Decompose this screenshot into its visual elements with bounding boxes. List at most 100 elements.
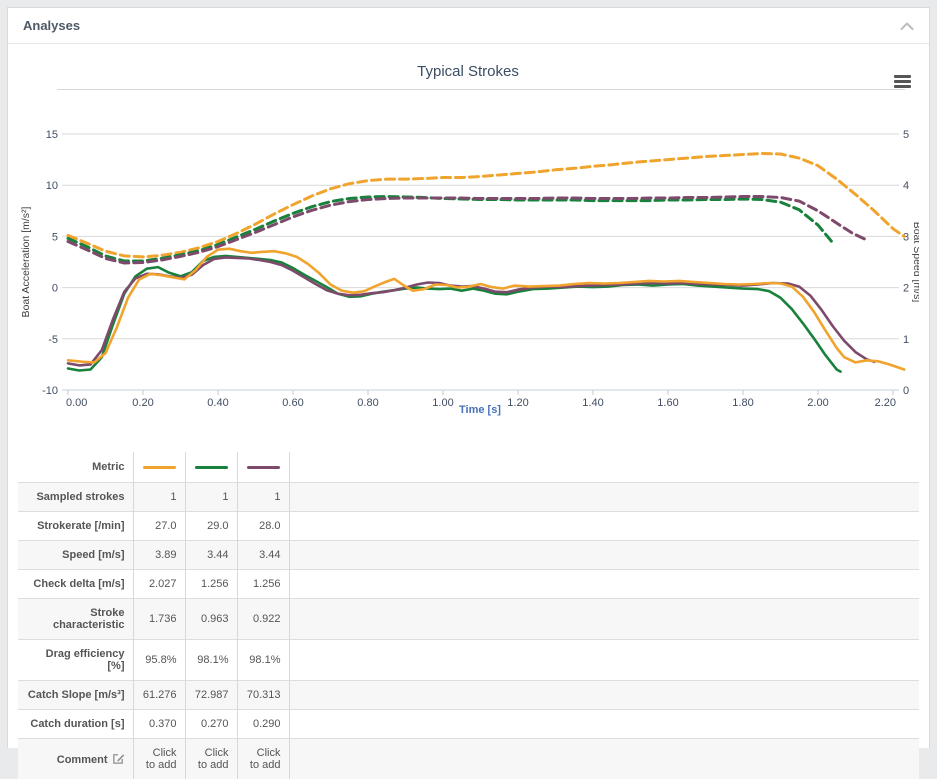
comment-cell[interactable]: Click to add: [237, 739, 289, 779]
filler-cell: [289, 512, 919, 541]
table-row: Stroke characteristic1.7360.9630.922: [18, 599, 919, 640]
filler-cell: [289, 710, 919, 739]
x-axis-tick-label: 0.00: [66, 397, 87, 409]
metric-value-cell: 0.270: [185, 710, 237, 739]
x-axis-tick-label: 0.60: [282, 397, 303, 409]
chart-title: Typical Strokes: [417, 63, 519, 80]
metric-value-cell: 70.313: [237, 681, 289, 710]
metric-value-cell: 95.8%: [133, 640, 185, 681]
metric-value-cell: 29.0: [185, 512, 237, 541]
x-axis-tick-label: 0.20: [132, 397, 153, 409]
collapse-panel-button[interactable]: [900, 17, 914, 35]
filler-cell: [289, 452, 919, 483]
metric-value-cell: 3.89: [133, 541, 185, 570]
filler-cell: [289, 483, 919, 512]
metric-header-label: Metric: [18, 452, 133, 483]
right-axis-tick-label: 0: [903, 385, 909, 397]
metric-value-cell: 1.256: [237, 570, 289, 599]
row-label: Comment: [18, 739, 133, 779]
row-label: Strokerate [/min]: [18, 512, 133, 541]
metric-value-cell: 2.027: [133, 570, 185, 599]
panel-header: Analyses: [8, 8, 929, 44]
row-label: Speed [m/s]: [18, 541, 133, 570]
metric-value-cell: 3.44: [237, 541, 289, 570]
metric-value-cell: 0.963: [185, 599, 237, 640]
filler-cell: [289, 541, 919, 570]
metric-value-cell: 98.1%: [185, 640, 237, 681]
table-row: Check delta [m/s]2.0271.2561.256: [18, 570, 919, 599]
metric-value-cell: 0.370: [133, 710, 185, 739]
analyses-panel: Analyses Typical Strokes 1551045302-51-1…: [7, 7, 930, 748]
metric-value-cell: 0.290: [237, 710, 289, 739]
metric-value-cell: 1: [133, 483, 185, 512]
series-stroke-1-boat-speed: [68, 154, 904, 257]
metrics-table-wrap: Metric Sampled strokes111Strokerate [/mi…: [18, 452, 919, 779]
metrics-table: Metric Sampled strokes111Strokerate [/mi…: [18, 452, 919, 779]
metric-value-cell: 98.1%: [237, 640, 289, 681]
edit-icon: [112, 752, 125, 765]
left-axis-tick-label: 0: [52, 283, 58, 295]
chart-gridlines: [62, 134, 899, 390]
series-stroke-2-boat-acceleration: [68, 256, 841, 372]
x-axis-title: Time [s]: [459, 404, 501, 416]
metric-value-cell: 1.736: [133, 599, 185, 640]
chart-context-menu-button[interactable]: [894, 75, 911, 88]
metric-value-cell: 72.987: [185, 681, 237, 710]
stroke-3-swatch-cell: [237, 452, 289, 483]
table-row: Sampled strokes111: [18, 483, 919, 512]
x-axis-tick-label: 1.20: [507, 397, 528, 409]
metric-value-cell: 1: [185, 483, 237, 512]
chart-axes: 1551045302-51-1000.000.200.400.600.801.0…: [42, 129, 909, 409]
right-axis-tick-label: 2: [903, 283, 909, 295]
metric-value-cell: 1.256: [185, 570, 237, 599]
table-row: Catch Slope [m/s³]61.27672.98770.313: [18, 681, 919, 710]
left-axis-tick-label: 10: [46, 180, 58, 192]
metric-value-cell: 3.44: [185, 541, 237, 570]
row-label: Drag efficiency [%]: [18, 640, 133, 681]
left-axis-tick-label: -10: [42, 385, 58, 397]
table-row: Speed [m/s]3.893.443.44: [18, 541, 919, 570]
x-axis-tick-label: 0.80: [357, 397, 378, 409]
filler-cell: [289, 599, 919, 640]
metric-value-cell: 1: [237, 483, 289, 512]
left-axis-tick-label: 15: [46, 129, 58, 141]
comment-cell[interactable]: Click to add: [185, 739, 237, 779]
stroke-2-color-swatch: [195, 466, 228, 469]
stroke-1-swatch-cell: [133, 452, 185, 483]
table-row: Catch duration [s]0.3700.2700.290: [18, 710, 919, 739]
right-axis-tick-label: 5: [903, 129, 909, 141]
stroke-1-color-swatch: [143, 466, 176, 469]
chevron-up-icon: [900, 17, 914, 35]
metric-value-cell: 27.0: [133, 512, 185, 541]
stroke-2-swatch-cell: [185, 452, 237, 483]
filler-cell: [289, 570, 919, 599]
metric-value-cell: 0.922: [237, 599, 289, 640]
filler-cell: [289, 681, 919, 710]
series-stroke-1-boat-acceleration: [68, 249, 904, 370]
row-label: Check delta [m/s]: [18, 570, 133, 599]
comment-cell[interactable]: Click to add: [133, 739, 185, 779]
x-axis-tick-label: 1.80: [732, 397, 753, 409]
table-row: Strokerate [/min]27.029.028.0: [18, 512, 919, 541]
row-label: Catch duration [s]: [18, 710, 133, 739]
right-axis-title: Boat Speed [m/s]: [911, 222, 919, 303]
x-axis-tick-label: 0.40: [207, 397, 228, 409]
typical-strokes-chart: Typical Strokes 1551045302-51-1000.000.2…: [18, 49, 919, 451]
left-axis-tick-label: -5: [48, 334, 58, 346]
x-axis-tick-label: 1.60: [657, 397, 678, 409]
x-axis-tick-label: 1.40: [582, 397, 603, 409]
hamburger-icon: [894, 75, 911, 88]
x-axis-tick-label: 2.20: [875, 397, 896, 409]
right-axis-tick-label: 1: [903, 334, 909, 346]
table-header-row: Metric: [18, 452, 919, 483]
right-axis-tick-label: 4: [903, 180, 909, 192]
table-row: CommentClick to addClick to addClick to …: [18, 739, 919, 779]
metric-value-cell: 28.0: [237, 512, 289, 541]
left-axis-tick-label: 5: [52, 231, 58, 243]
x-axis-tick-label: 1.00: [432, 397, 453, 409]
row-label: Catch Slope [m/s³]: [18, 681, 133, 710]
left-axis-title: Boat Acceleration [m/s²]: [20, 206, 32, 317]
panel-title: Analyses: [23, 18, 80, 33]
metric-value-cell: 61.276: [133, 681, 185, 710]
x-axis-tick-label: 2.00: [807, 397, 828, 409]
